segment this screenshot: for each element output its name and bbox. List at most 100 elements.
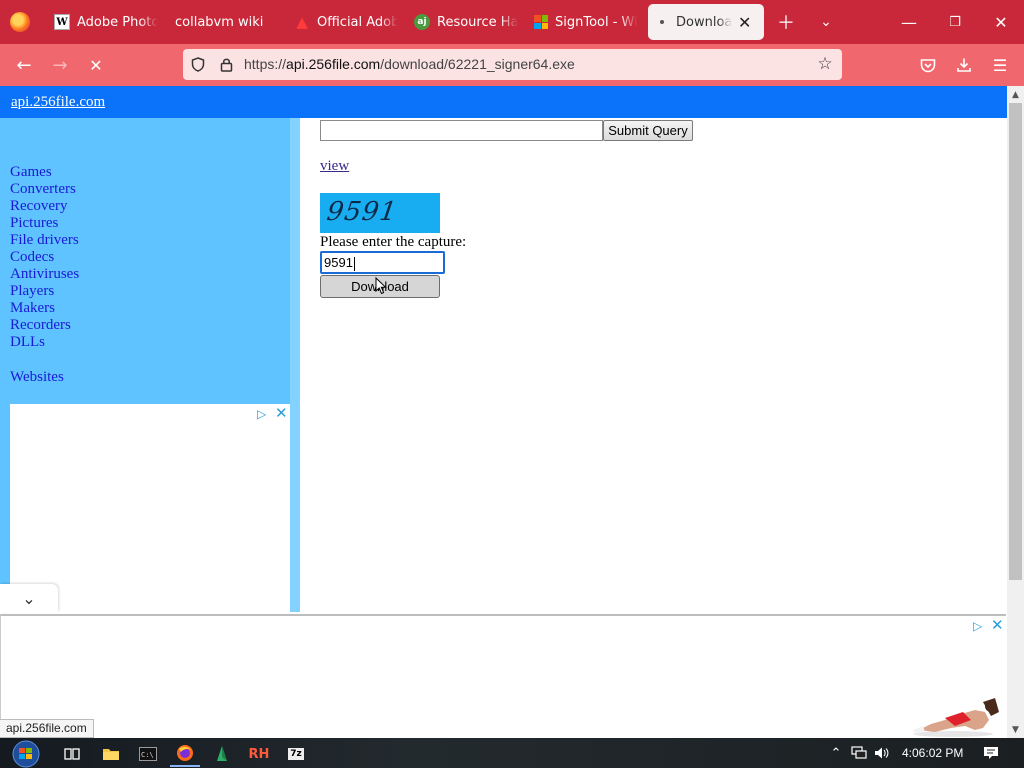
close-ad-icon[interactable]: ✕ bbox=[275, 404, 288, 422]
websites-section: Websites bbox=[10, 369, 64, 386]
microsoft-icon bbox=[534, 15, 548, 29]
bookmark-star-icon[interactable]: ☆ bbox=[817, 54, 833, 74]
file-explorer-icon[interactable] bbox=[96, 741, 126, 767]
tab-adobe-photoshop[interactable]: W Adobe Photos bbox=[54, 4, 158, 40]
category-list: Games Converters Recovery Pictures File … bbox=[10, 164, 79, 351]
chevron-down-icon: ⌄ bbox=[22, 588, 36, 608]
list-item: File drivers bbox=[10, 232, 79, 249]
list-item: Players bbox=[10, 283, 79, 300]
new-tab-plus-icon[interactable]: ＋ bbox=[772, 8, 800, 36]
websites-link[interactable]: Websites bbox=[10, 369, 64, 385]
7zip-icon-label: 7z bbox=[288, 748, 304, 760]
bottom-ad-banner[interactable]: ▷ ✕ bbox=[0, 614, 1006, 738]
site-home-link[interactable]: api.256file.com bbox=[11, 94, 105, 111]
captcha-input[interactable]: 9591 bbox=[320, 251, 445, 274]
7zip-icon[interactable]: 7z bbox=[281, 741, 311, 767]
close-ad-icon[interactable]: ✕ bbox=[991, 616, 1004, 634]
web-page: api.256file.com Games Converters Recover… bbox=[0, 86, 1007, 738]
category-link-antiviruses[interactable]: Antiviruses bbox=[10, 266, 79, 282]
submit-query-button[interactable]: Submit Query bbox=[603, 120, 693, 141]
resource-hacker-icon[interactable]: RH bbox=[244, 741, 274, 767]
list-item: Antiviruses bbox=[10, 266, 79, 283]
tracking-shield-icon[interactable] bbox=[190, 56, 206, 72]
view-link[interactable]: view bbox=[320, 158, 349, 175]
category-link-games[interactable]: Games bbox=[10, 164, 52, 180]
adobe-icon: ▲ bbox=[296, 13, 308, 31]
tab-title: Adobe Photos bbox=[77, 14, 158, 30]
tab-resource-hacker[interactable]: aj Resource Hacl bbox=[414, 4, 518, 40]
show-hidden-icons-chevron-icon[interactable]: ⌃ bbox=[826, 743, 846, 763]
list-item: Games bbox=[10, 164, 79, 181]
firefox-taskbar-icon[interactable] bbox=[170, 741, 200, 767]
captcha-code: 9591 bbox=[324, 197, 400, 227]
category-link-pictures[interactable]: Pictures bbox=[10, 215, 58, 231]
scroll-down-arrow-icon[interactable]: ▼ bbox=[1007, 721, 1024, 738]
action-center-notification-icon[interactable] bbox=[981, 743, 1001, 763]
list-item: DLLs bbox=[10, 334, 79, 351]
restore-icon[interactable]: ❐ bbox=[941, 8, 969, 36]
category-link-players[interactable]: Players bbox=[10, 283, 54, 299]
category-link-converters[interactable]: Converters bbox=[10, 181, 76, 197]
pocket-icon[interactable] bbox=[915, 52, 941, 78]
tab-collabvm-wiki[interactable]: collabvm wiki bbox=[175, 4, 275, 40]
sidebar-edge bbox=[290, 118, 300, 612]
navigation-toolbar: ← → ✕ https://api.256file.com/download/6… bbox=[0, 44, 1024, 86]
padlock-icon[interactable] bbox=[218, 56, 234, 72]
rh-icon-label: RH bbox=[248, 746, 270, 762]
sidebar-ad-frame[interactable]: ▷ ✕ bbox=[10, 404, 290, 614]
url-path: /download/62221_signer64.exe bbox=[380, 56, 575, 72]
vertical-scrollbar[interactable]: ▲ ▼ bbox=[1007, 86, 1024, 738]
windows-taskbar: C:\ RH 7z ⌃ 4:06:02 PM bbox=[0, 738, 1024, 768]
network-icon[interactable] bbox=[849, 743, 869, 763]
captcha-input-value: 9591 bbox=[324, 255, 353, 270]
firefox-logo-icon[interactable] bbox=[10, 12, 30, 32]
green-app-icon[interactable] bbox=[207, 741, 237, 767]
angusj-icon: aj bbox=[414, 14, 430, 30]
site-header: api.256file.com bbox=[0, 86, 1007, 118]
category-link-recorders[interactable]: Recorders bbox=[10, 317, 71, 333]
cmd-icon-label: C:\ bbox=[141, 751, 154, 759]
mouse-pointer-icon bbox=[375, 277, 387, 295]
volume-speaker-icon[interactable] bbox=[872, 743, 892, 763]
close-tab-icon[interactable]: ✕ bbox=[738, 13, 751, 32]
list-tabs-chevron-icon[interactable]: ⌄ bbox=[812, 8, 840, 36]
tab-official-adobe[interactable]: ▲ Official Adobe bbox=[294, 4, 398, 40]
ad-figure-image[interactable] bbox=[905, 690, 1001, 738]
command-prompt-icon[interactable]: C:\ bbox=[133, 741, 163, 767]
scrollbar-thumb[interactable] bbox=[1009, 103, 1022, 580]
category-link-file-drivers[interactable]: File drivers bbox=[10, 232, 79, 248]
list-item: Makers bbox=[10, 300, 79, 317]
taskbar-clock[interactable]: 4:06:02 PM bbox=[902, 746, 963, 760]
wikipedia-w-icon: W bbox=[54, 14, 70, 30]
status-link-preview: api.256file.com bbox=[0, 719, 94, 738]
search-input[interactable] bbox=[320, 120, 603, 141]
list-item: Recorders bbox=[10, 317, 79, 334]
forward-arrow-icon[interactable]: → bbox=[46, 51, 74, 79]
adchoices-icon[interactable]: ▷ bbox=[257, 407, 266, 421]
tab-download-active[interactable]: Download fi ✕ bbox=[648, 4, 764, 40]
adchoices-icon[interactable]: ▷ bbox=[973, 619, 982, 633]
category-link-dlls[interactable]: DLLs bbox=[10, 334, 45, 350]
downloads-icon[interactable] bbox=[951, 52, 977, 78]
category-link-makers[interactable]: Makers bbox=[10, 300, 55, 316]
category-link-recovery[interactable]: Recovery bbox=[10, 198, 67, 214]
minimize-icon[interactable]: — bbox=[895, 8, 923, 36]
menu-hamburger-icon[interactable]: ☰ bbox=[987, 52, 1013, 78]
tab-title: Download fi bbox=[676, 14, 732, 30]
text-caret bbox=[353, 256, 355, 271]
category-link-codecs[interactable]: Codecs bbox=[10, 249, 54, 265]
list-item: Codecs bbox=[10, 249, 79, 266]
tab-title: SignTool - Win bbox=[555, 14, 638, 30]
browser-tab-strip: W Adobe Photos collabvm wiki ▲ Official … bbox=[0, 0, 1024, 44]
url-scheme: https:// bbox=[244, 56, 287, 72]
start-button-icon[interactable] bbox=[6, 739, 46, 768]
back-arrow-icon[interactable]: ← bbox=[10, 51, 38, 79]
collapse-ad-tab[interactable]: ⌄ bbox=[0, 584, 58, 612]
url-text[interactable]: https://api.256file.com/download/62221_s… bbox=[244, 56, 575, 72]
stop-loading-icon[interactable]: ✕ bbox=[82, 51, 110, 79]
tab-signtool[interactable]: SignTool - Win bbox=[534, 4, 638, 40]
close-window-icon[interactable]: ✕ bbox=[987, 8, 1015, 36]
scroll-up-arrow-icon[interactable]: ▲ bbox=[1007, 86, 1024, 103]
address-bar[interactable]: https://api.256file.com/download/62221_s… bbox=[183, 49, 842, 80]
task-view-icon[interactable] bbox=[57, 741, 87, 767]
